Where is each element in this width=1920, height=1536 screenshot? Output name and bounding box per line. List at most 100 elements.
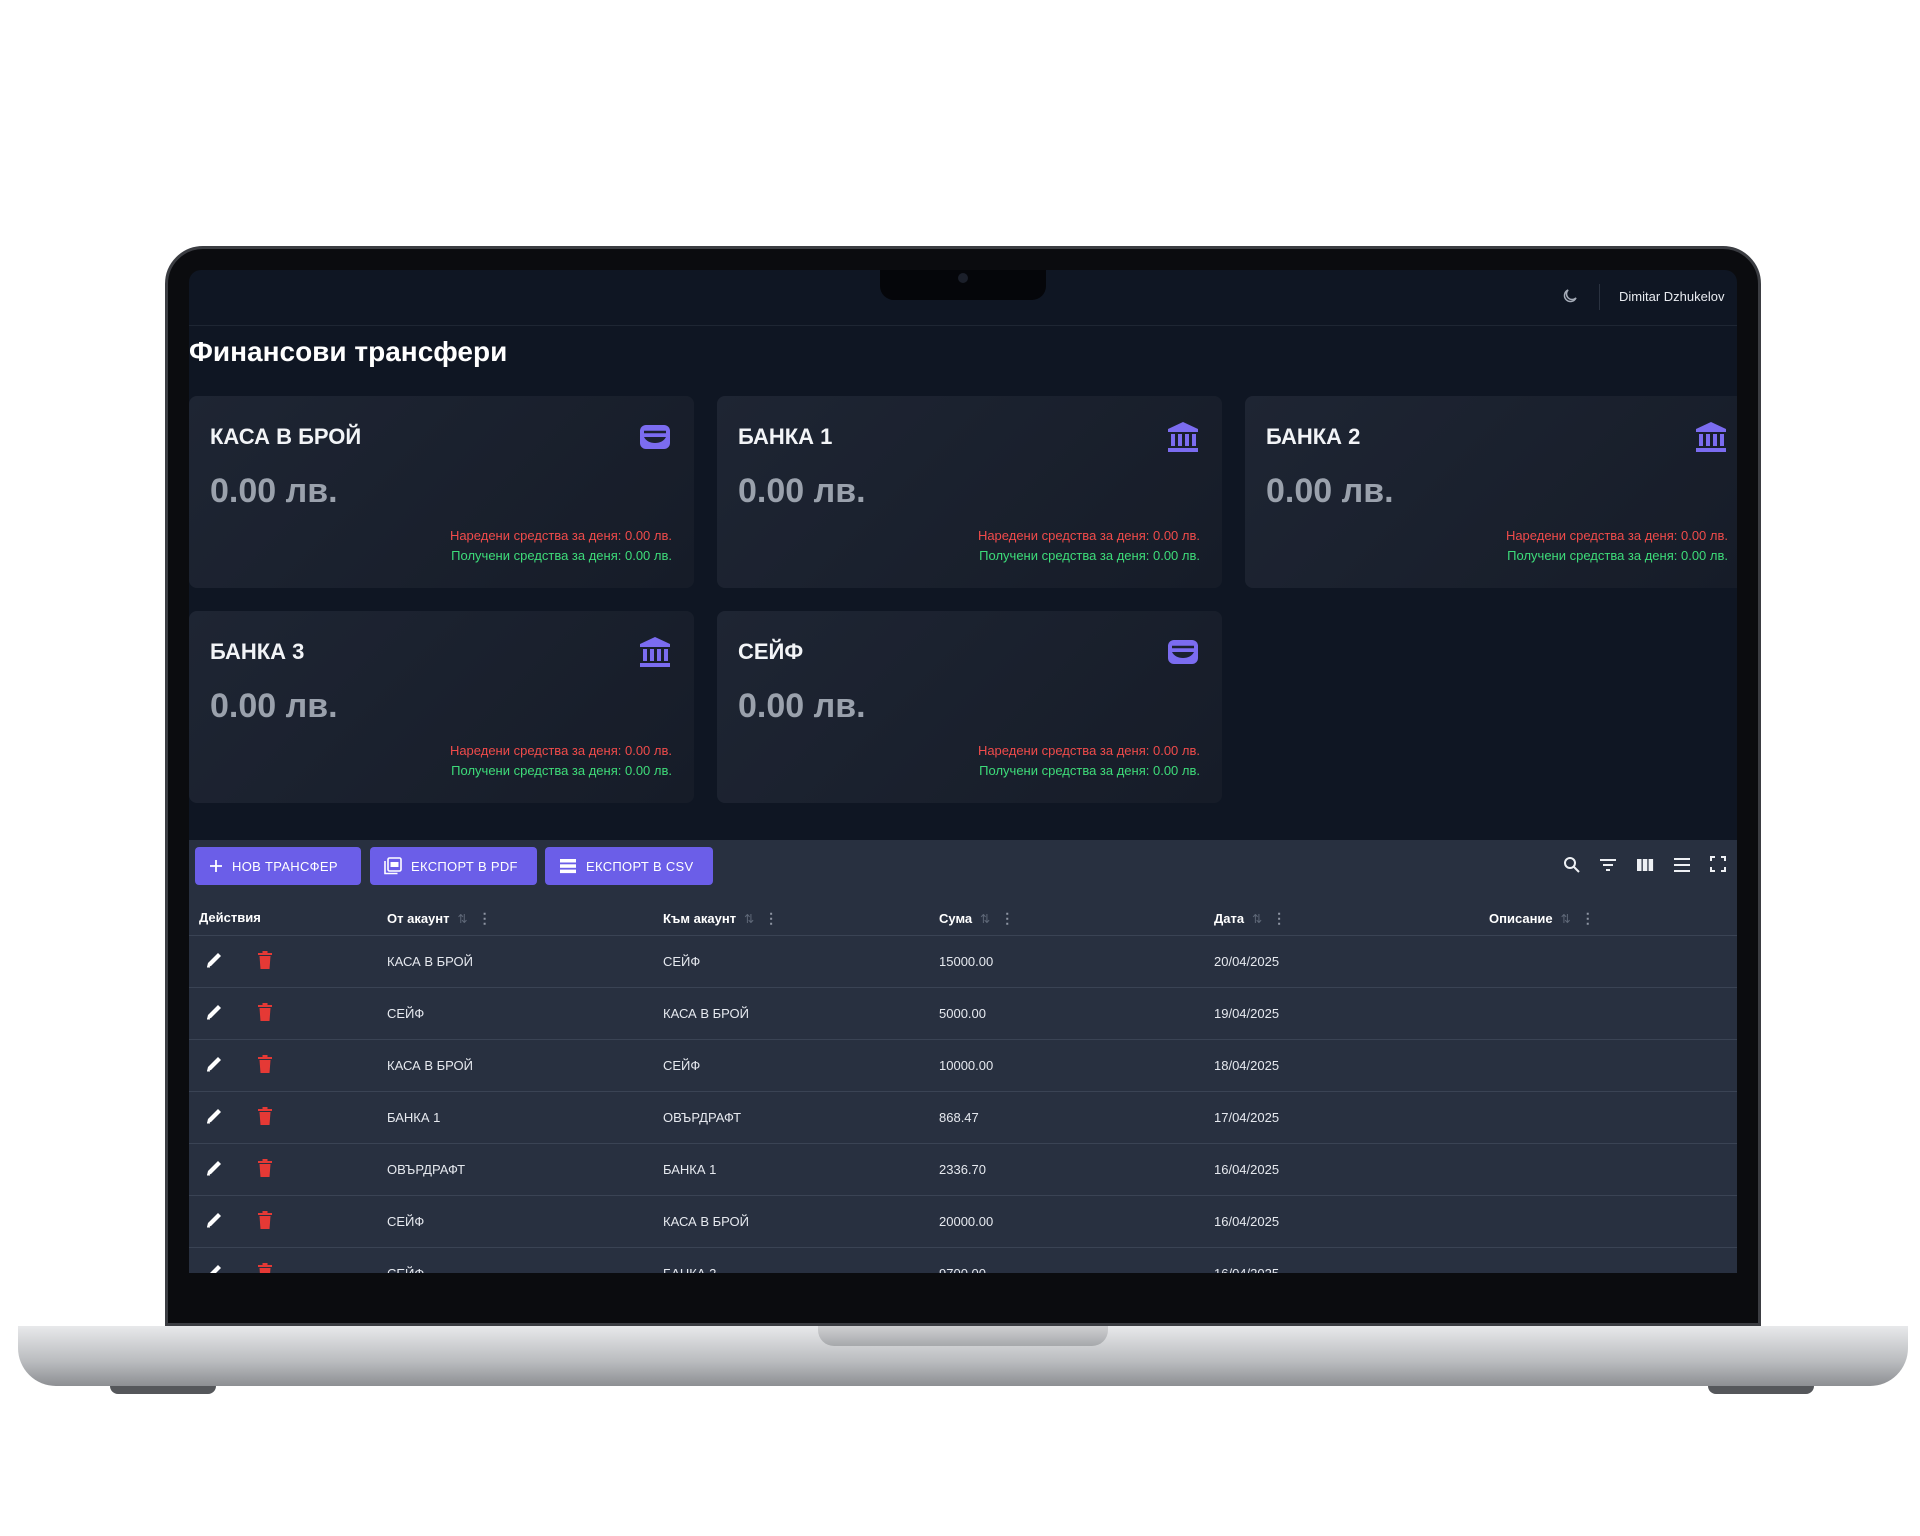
edit-icon[interactable] [205,1107,225,1127]
filter-icon[interactable] [1599,856,1619,876]
cell-amount: 5000.00 [939,1006,986,1021]
bank-icon [1694,420,1728,454]
cell-amount: 868.47 [939,1110,979,1125]
delete-icon[interactable] [257,1003,275,1023]
cell-to: КАСА В БРОЙ [663,1214,749,1229]
column-header-date[interactable]: Дата ⇅ ⋮ [1214,910,1286,927]
edit-icon[interactable] [205,1211,225,1231]
cell-date: 20/04/2025 [1214,954,1280,969]
card-sent-today: Наредени средства за деня: 0.00 лв. [449,743,672,758]
moon-icon [1563,289,1577,303]
fullscreen-icon[interactable] [1710,856,1730,876]
pdf-icon [384,857,402,875]
card-title: БАНКА 1 [738,424,833,449]
table-row: ОВЪРДРАФТ БАНКА 1 2336.70 16/04/2025 [189,1143,1737,1196]
sort-icon[interactable]: ⇅ [1252,912,1262,926]
laptop-foot-left [110,1386,216,1394]
delete-icon[interactable] [257,951,275,971]
card-title: КАСА В БРОЙ [210,424,362,449]
cell-date: 16/04/2025 [1214,1266,1279,1273]
sort-icon[interactable]: ⇅ [980,912,990,926]
dark-mode-toggle[interactable] [1561,287,1581,307]
table-row: СЕЙФ КАСА В БРОЙ 20000.00 16/04/2025 [189,1195,1737,1248]
table-row: БАНКА 1 ОВЪРДРАФТ 868.47 17/04/2025 [189,1091,1737,1144]
edit-icon[interactable] [205,1159,225,1179]
cell-amount: 10000.00 [939,1058,994,1073]
wallet-icon [638,420,672,454]
table-row: КАСА В БРОЙ СЕЙФ 15000.00 20/04/2025 [189,935,1737,988]
cell-date: 17/04/2025 [1214,1110,1280,1125]
card-sent-today: Наредени средства за деня: 0.00 лв. [977,528,1200,543]
cell-date: 16/04/2025 [1214,1214,1280,1229]
sort-icon[interactable]: ⇅ [744,912,754,926]
sort-icon[interactable]: ⇅ [458,912,468,926]
delete-icon[interactable] [257,1159,275,1179]
delete-icon[interactable] [257,1211,275,1231]
card-title: СЕЙФ [738,639,804,664]
card-balance: 0.00 лв. [1266,472,1394,510]
card-balance: 0.00 лв. [210,472,338,510]
cell-amount: 2336.70 [939,1162,986,1177]
account-card: КАСА В БРОЙ 0.00 лв. Наредени средства за … [189,396,694,588]
search-icon[interactable] [1563,856,1583,876]
density-icon[interactable] [1673,856,1693,876]
column-menu-icon[interactable]: ⋮ [478,910,492,927]
column-menu-icon[interactable]: ⋮ [1581,910,1595,927]
cell-to: БАНКА 2 [663,1266,716,1273]
bank-icon [638,635,672,669]
laptop-base-notch [818,1326,1108,1346]
cell-from: ОВЪРДРАФТ [387,1162,466,1177]
laptop-foot-right [1708,1386,1814,1394]
user-menu[interactable]: Dimitar Dzhukelov [1619,289,1724,304]
card-received-today: Получени средства за деня: 0.00 лв. [979,548,1200,563]
bank-icon [1166,420,1200,454]
csv-icon [559,858,577,874]
edit-icon[interactable] [205,1055,225,1075]
account-card: БАНКА 3 0.00 лв. Наредени средства за деня… [189,611,694,803]
column-menu-icon[interactable]: ⋮ [1000,910,1014,927]
new-transfer-label: НОВ ТРАНСФЕР [232,858,338,874]
cell-date: 18/04/2025 [1214,1058,1280,1073]
cell-to: СЕЙФ [663,954,701,969]
column-menu-icon[interactable]: ⋮ [764,910,778,927]
wallet-icon [1166,635,1200,669]
columns-icon[interactable] [1636,856,1656,876]
export-csv-button[interactable]: ЕКСПОРТ В CSV [545,847,713,885]
cell-to: БАНКА 1 [663,1162,717,1177]
column-header-amount[interactable]: Сума ⇅ ⋮ [939,910,1014,927]
edit-icon[interactable] [205,1263,225,1273]
delete-icon[interactable] [257,1055,275,1075]
card-received-today: Получени средства за деня: 0.00 лв. [451,763,672,778]
edit-icon[interactable] [205,1003,225,1023]
card-balance: 0.00 лв. [738,472,866,510]
plus-icon [209,859,223,873]
cell-from: СЕЙФ [387,1006,425,1021]
column-header-to[interactable]: Към акаунт ⇅ ⋮ [663,910,778,927]
cell-to: СЕЙФ [663,1058,701,1073]
cell-to: ОВЪРДРАФТ [663,1110,742,1125]
sort-icon[interactable]: ⇅ [1561,912,1571,926]
column-menu-icon[interactable]: ⋮ [1272,910,1286,927]
cell-from: БАНКА 1 [387,1110,441,1125]
card-received-today: Получени средства за деня: 0.00 лв. [1507,548,1728,563]
export-pdf-label: ЕКСПОРТ В PDF [411,858,518,874]
account-card: БАНКА 1 0.00 лв. Наредени средства за деня… [717,396,1222,588]
edit-icon[interactable] [205,951,225,971]
column-header-from[interactable]: От акаунт ⇅ ⋮ [387,910,492,927]
app-screen: Dimitar Dzhukelov Финансови трансфери КА… [189,270,1737,1273]
delete-icon[interactable] [257,1107,275,1127]
table-row: СЕЙФ КАСА В БРОЙ 5000.00 19/04/2025 [189,987,1737,1040]
cell-from: СЕЙФ [387,1266,424,1273]
card-received-today: Получени средства за деня: 0.00 лв. [451,548,672,563]
table-row: СЕЙФ БАНКА 2 9700.00 16/04/2025 [189,1247,1737,1273]
cell-amount: 20000.00 [939,1214,994,1229]
cell-amount: 9700.00 [939,1266,986,1273]
column-header-description[interactable]: Описание ⇅ ⋮ [1489,910,1595,927]
cell-to: КАСА В БРОЙ [663,1006,749,1021]
delete-icon[interactable] [257,1263,275,1273]
page-title: Финансови трансфери [189,336,508,367]
account-card: СЕЙФ 0.00 лв. Наредени средства за деня: 0… [717,611,1222,803]
new-transfer-button[interactable]: НОВ ТРАНСФЕР [195,847,361,885]
camera [958,273,968,283]
export-pdf-button[interactable]: ЕКСПОРТ В PDF [370,847,537,885]
